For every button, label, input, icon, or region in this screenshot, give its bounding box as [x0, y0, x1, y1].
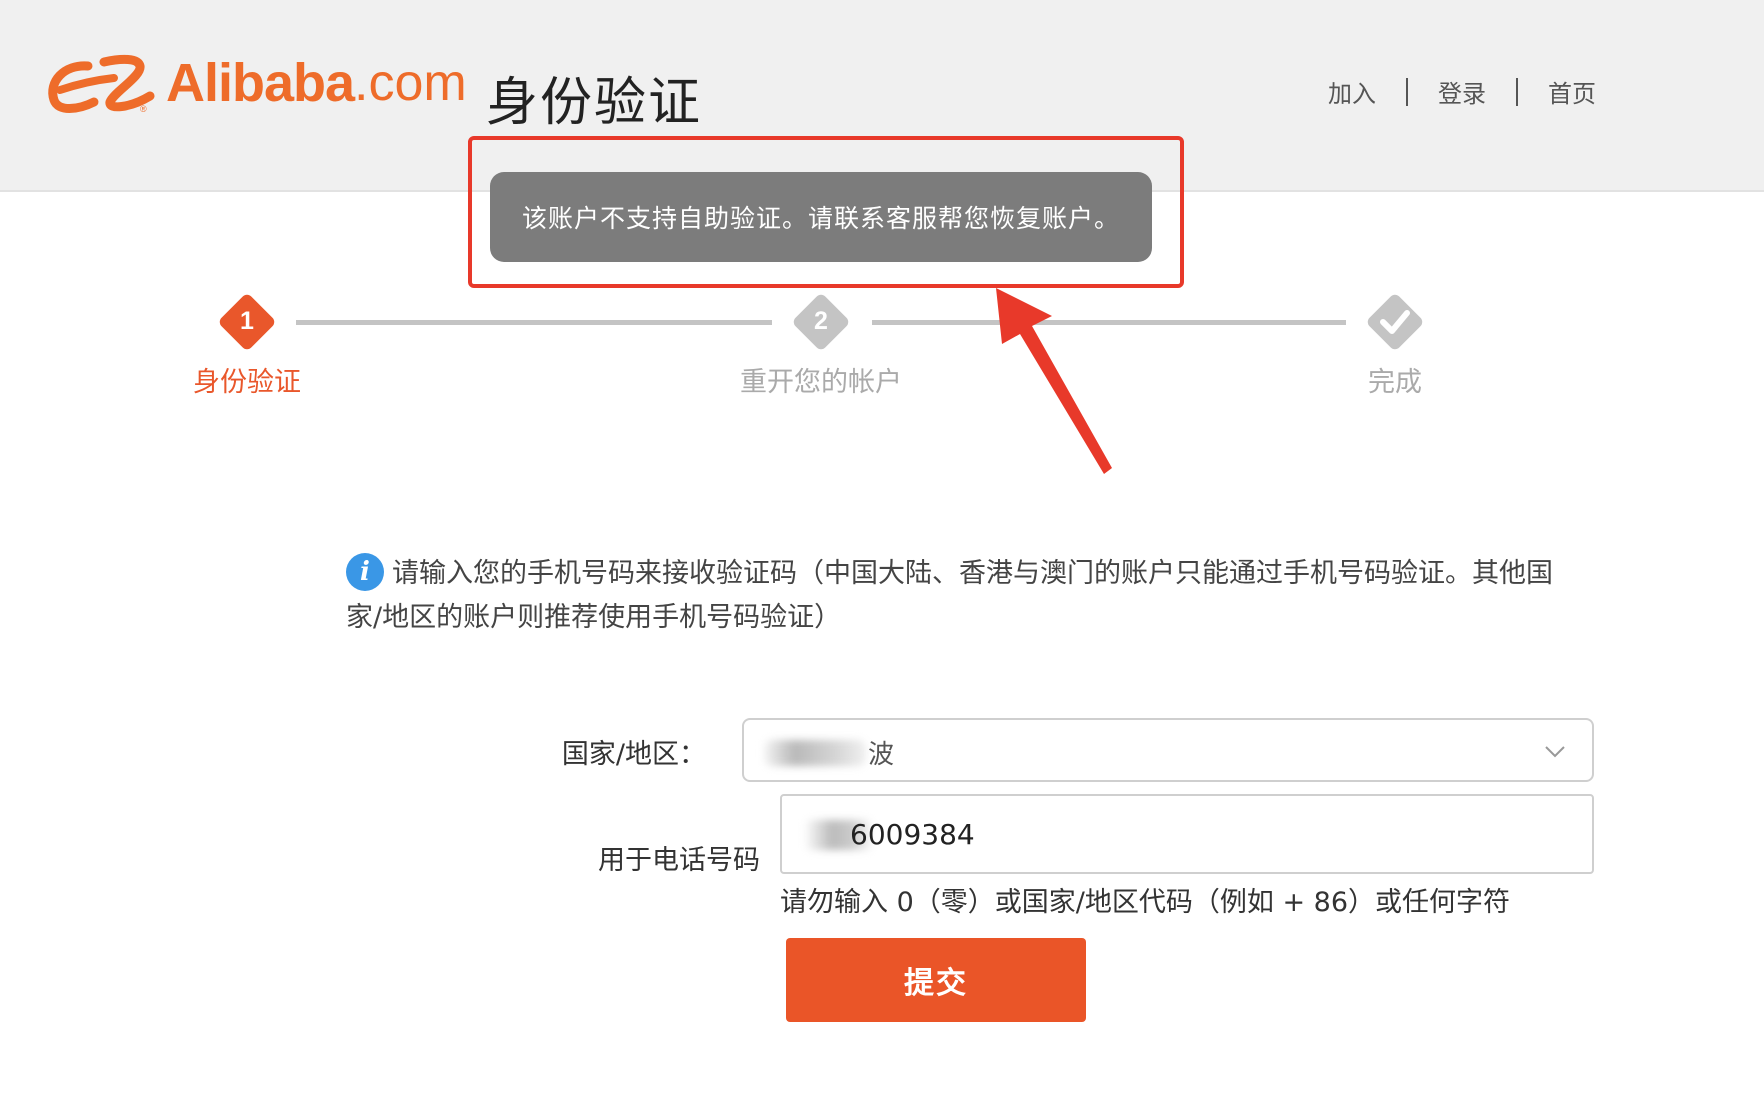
step-2-number: 2 [814, 307, 828, 335]
phone-hint: 请勿输入 0（零）或国家/地区代码（例如 + 86）或任何字符 [780, 887, 1511, 918]
country-select[interactable]: 波 [742, 718, 1594, 782]
nav-divider [1406, 77, 1408, 106]
step-2-label: 重开您的帐户 [740, 367, 902, 398]
logo-domain-suffix: .com [354, 54, 467, 112]
red-arrow-annotation-icon [996, 288, 1112, 474]
top-nav: 加入 登录 首页 [1328, 74, 1596, 109]
phone-label: 用于电话号码 [598, 845, 760, 876]
phone-input-value: 6009384 [850, 818, 975, 851]
submit-button[interactable]: 提交 [786, 938, 1086, 1022]
country-select-value: 波 [868, 740, 895, 770]
step-3-label: 完成 [1368, 367, 1422, 398]
info-text: 请输入您的手机号码来接收验证码（中国大陆、香港与澳门的账户只能通过手机号码验证。… [346, 558, 1553, 633]
logo-brand-text: Alibaba [166, 53, 355, 113]
nav-login-link[interactable]: 登录 [1438, 74, 1486, 109]
nav-divider [1516, 77, 1518, 106]
phone-input[interactable]: 6009384 [780, 794, 1594, 874]
step-connector-1 [296, 320, 772, 325]
chevron-down-icon [1545, 746, 1565, 758]
nav-home-link[interactable]: 首页 [1548, 74, 1596, 109]
nav-join-link[interactable]: 加入 [1328, 74, 1376, 109]
step-1-label: 身份验证 [193, 367, 301, 398]
page-title: 身份验证 [486, 73, 703, 133]
info-message: i 请输入您的手机号码来接收验证码（中国大陆、香港与澳门的账户只能通过手机号码验证… [346, 552, 1586, 640]
info-icon: i [346, 552, 384, 591]
alibaba-logo[interactable]: ® Alibaba .com [44, 48, 467, 118]
toast-message: 该账户不支持自助验证。请联系客服帮您恢复账户。 [521, 204, 1120, 233]
registered-mark: ® [140, 104, 147, 114]
redacted-country-blur [764, 740, 866, 766]
checkmark-icon [1380, 310, 1410, 334]
error-toast: 该账户不支持自助验证。请联系客服帮您恢复账户。 [490, 172, 1152, 262]
country-label: 国家/地区： [561, 739, 706, 770]
step-1-number: 1 [240, 307, 254, 335]
